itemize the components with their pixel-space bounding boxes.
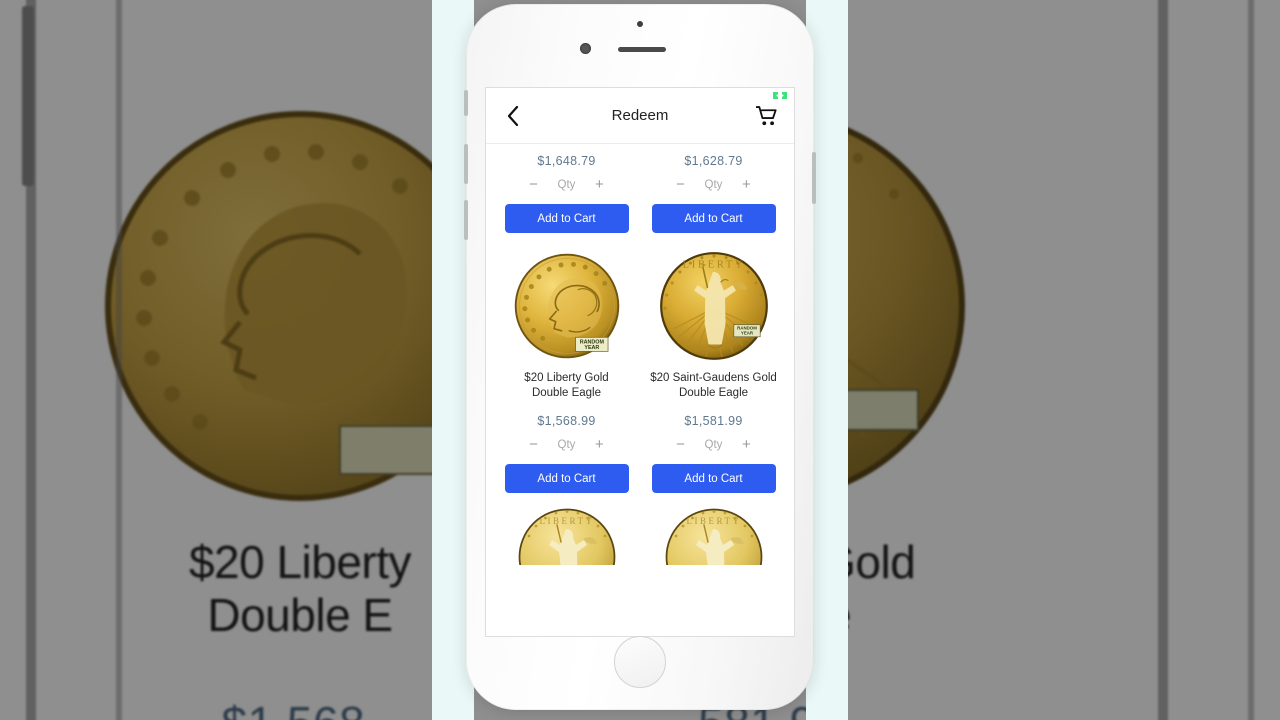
power-button[interactable] xyxy=(812,152,816,204)
front-camera-icon xyxy=(637,21,643,27)
app-header: Redeem xyxy=(486,88,794,144)
add-to-cart-button[interactable]: Add to Cart xyxy=(651,464,776,494)
quantity-stepper: − Qty + xyxy=(674,177,754,192)
quantity-stepper: − Qty + xyxy=(674,437,754,452)
quantity-stepper: − Qty + xyxy=(527,177,607,192)
volume-down-button[interactable] xyxy=(464,200,468,240)
quantity-increase-button[interactable]: + xyxy=(592,437,606,452)
svg-text:RANDOM: RANDOM xyxy=(579,339,604,345)
product-name: $20 Liberty Gold Double Eagle xyxy=(524,371,608,401)
quantity-increase-button[interactable]: + xyxy=(739,437,753,452)
quantity-decrease-button[interactable]: − xyxy=(674,437,688,452)
shopping-cart-icon xyxy=(756,105,777,125)
phone-screen: Redeem $1,648.79 − Qty + Add to Cart $1,… xyxy=(486,88,794,636)
product-name-line2: Double Eagle xyxy=(531,387,602,400)
add-to-cart-button[interactable]: Add to Cart xyxy=(651,204,776,233)
coin-image-clipped: LIBERTY xyxy=(512,507,622,566)
product-card-saint-gaudens[interactable]: LIBERTY RANDOM YEAR $20 Saint-Gaudens Go… xyxy=(645,233,782,494)
svg-text:YEAR: YEAR xyxy=(584,345,599,351)
product-price: $1,648.79 xyxy=(537,154,596,168)
add-to-cart-button[interactable]: Add to Cart xyxy=(504,204,629,233)
svg-text:LIBERTY: LIBERTY xyxy=(686,516,741,526)
product-name: $20 Saint-Gaudens Gold Double Eagle xyxy=(650,371,777,401)
coin-image-liberty: RANDOM YEAR xyxy=(512,251,622,361)
quantity-decrease-button[interactable]: − xyxy=(674,177,688,192)
product-card: $1,648.79 − Qty + Add to Cart xyxy=(498,144,635,233)
coin-image-saint-gaudens: LIBERTY RANDOM YEAR xyxy=(659,251,769,361)
product-price: $1,568.99 xyxy=(537,414,596,429)
phone-mockup: Redeem $1,648.79 − Qty + Add to Cart $1,… xyxy=(464,4,816,710)
product-name-line1: $20 Liberty Gold xyxy=(524,372,609,384)
product-card[interactable]: LIBERTY xyxy=(645,493,782,566)
quantity-increase-button[interactable]: + xyxy=(592,177,606,192)
add-to-cart-button[interactable]: Add to Cart xyxy=(504,464,629,494)
quantity-label: Qty xyxy=(704,438,723,451)
quantity-stepper: − Qty + xyxy=(527,437,607,452)
earpiece-speaker xyxy=(618,47,666,52)
svg-text:LIBERTY: LIBERTY xyxy=(682,260,745,271)
product-name-line1: $20 Saint-Gaudens Gold xyxy=(650,372,777,384)
mute-switch[interactable] xyxy=(464,90,468,116)
quantity-decrease-button[interactable]: − xyxy=(527,437,541,452)
product-card: $1,628.79 − Qty + Add to Cart xyxy=(645,144,782,233)
product-name-line2: Double Eagle xyxy=(678,387,749,400)
product-row-partial: $1,648.79 − Qty + Add to Cart $1,628.79 … xyxy=(486,144,794,233)
product-price: $1,581.99 xyxy=(684,414,743,429)
product-scroll-area[interactable]: $1,648.79 − Qty + Add to Cart $1,628.79 … xyxy=(486,144,794,636)
fullscreen-expand-icon[interactable] xyxy=(770,90,790,101)
quantity-increase-button[interactable]: + xyxy=(739,177,753,192)
page-title: Redeem xyxy=(611,107,669,124)
volume-up-button[interactable] xyxy=(464,144,468,184)
product-price: $1,628.79 xyxy=(684,154,743,168)
quantity-decrease-button[interactable]: − xyxy=(527,177,541,192)
svg-text:LIBERTY: LIBERTY xyxy=(539,516,594,526)
chevron-left-icon xyxy=(507,105,519,126)
svg-text:YEAR: YEAR xyxy=(740,331,753,336)
cart-button[interactable] xyxy=(754,103,780,129)
coin-image-clipped: LIBERTY xyxy=(659,507,769,566)
product-card[interactable]: LIBERTY xyxy=(498,493,635,566)
quantity-label: Qty xyxy=(704,178,723,191)
proximity-sensor-icon xyxy=(580,43,591,54)
svg-text:RANDOM: RANDOM xyxy=(737,326,757,331)
quantity-label: Qty xyxy=(557,438,576,451)
back-button[interactable] xyxy=(500,103,526,129)
product-row-next-clipped: LIBERTY LIBERTY xyxy=(486,493,794,566)
product-card-liberty[interactable]: RANDOM YEAR $20 Liberty Gold Double Eagl… xyxy=(498,233,635,494)
home-button[interactable] xyxy=(614,636,666,688)
quantity-label: Qty xyxy=(557,178,576,191)
product-row-full: RANDOM YEAR $20 Liberty Gold Double Eagl… xyxy=(486,233,794,494)
